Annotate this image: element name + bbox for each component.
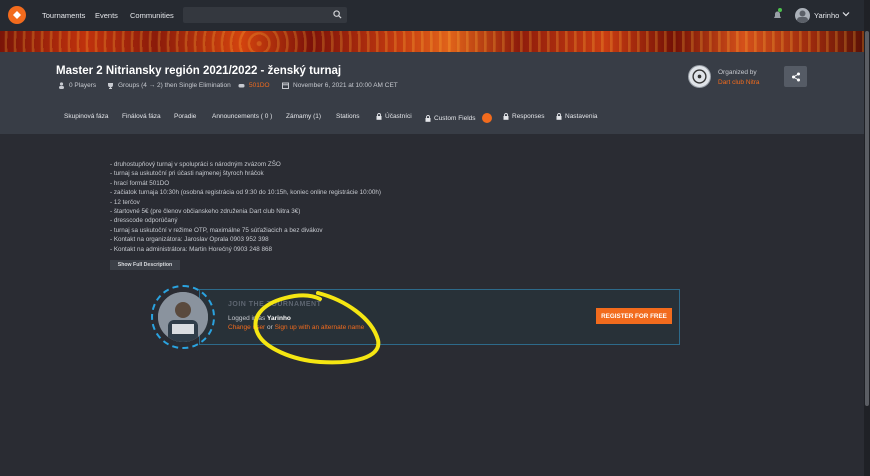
description-line: - turnaj sa uskutoční v režime OTP, maxi… [110,226,323,234]
tournament-title: Master 2 Nitriansky región 2021/2022 - ž… [56,65,342,77]
tab-label: Poradie [174,113,197,120]
tab-responses[interactable]: Responses [503,113,545,120]
tab-label: Responses [512,113,545,120]
tab-nastavenia[interactable]: Nastavenia [556,113,598,120]
tab-label: Skupinová fáza [64,113,109,120]
tab-finalova-faza[interactable]: Finálová fáza [122,113,161,120]
nav-communities[interactable]: Communities [130,11,174,20]
join-avatar [158,292,208,342]
tab-label: Zámamy (1) [286,113,322,120]
description-line: - Kontakt na administrátora: Martin Hore… [110,245,273,253]
lock-icon [556,113,562,120]
tab-label: Účastníci [385,113,412,120]
players-label: 0 Players [69,82,97,89]
tab-ucastnici[interactable]: Účastníci [376,113,412,120]
game-type: 501DO [238,82,270,89]
organized-by-label: Organized by [718,69,757,76]
change-user-link[interactable]: Change user [228,324,265,331]
join-title: JOIN THE TOURNAMENT [228,301,322,308]
lock-icon [376,113,382,120]
share-icon [791,72,800,81]
tab-poradie[interactable]: Poradie [174,113,196,120]
players-count: 0 Players [58,82,96,89]
description-line: - dresscode odporúčaný [110,217,178,225]
date-label: November 6, 2021 at 10:00 AM CET [293,82,398,89]
share-button[interactable] [784,66,807,87]
trophy-icon [108,83,113,89]
notification-dot [778,8,782,12]
signup-alternate-link[interactable]: Sign up with an alternate name [275,324,365,331]
or-text: or [267,324,273,331]
user-avatar[interactable] [795,8,810,23]
chevron-down-icon[interactable] [842,10,850,18]
register-button[interactable]: REGISTER FOR FREE [596,308,672,324]
tab-label: Stations [336,113,360,120]
tab-label: Announcements ( 0 ) [212,113,273,120]
join-links: Change user or Sign up with an alternate… [228,324,364,331]
calendar-icon [282,82,289,89]
tab-announcements[interactable]: Announcements ( 0 ) [212,113,272,120]
description-line: - štartovné 5€ (pre členov občianskeho z… [110,208,301,216]
logged-in-text: Logged in as Yarinho [228,315,291,322]
lock-icon [425,114,431,122]
tab-label: Nastavenia [565,113,598,120]
tab-stations[interactable]: Stations [336,113,360,120]
tournament-banner-image [0,31,864,52]
gamepad-icon [238,84,245,88]
scrollbar-thumb[interactable] [865,31,869,406]
description-line: - hrací formát 501DO [110,179,170,187]
search-icon[interactable] [333,10,342,19]
description-line: - druhostupňový turnaj v spolupráci s ná… [110,161,281,168]
user-name[interactable]: Yarinho [814,11,839,20]
tournament-format: Groups (4 → 2) then Single Elimination [107,82,231,89]
organizer-link[interactable]: Dart club Nitra [718,79,760,86]
tab-skupinova-faza[interactable]: Skupinová fáza [64,113,108,120]
tab-zamamy[interactable]: Zámamy (1) [286,113,321,120]
description-line: - začiatok turnaja 10:30h (osobná regist… [110,189,381,197]
tab-label: Custom Fields [434,114,476,122]
search-input[interactable] [183,7,347,23]
tournament-date: November 6, 2021 at 10:00 AM CET [282,82,398,89]
description-line: - Kontakt na organizátora: Jaroslav Opra… [110,236,269,244]
logged-in-user: Yarinho [267,315,291,322]
tournament-tabs: Skupinová fáza Finálová fáza Poradie Ann… [0,108,864,134]
nav-events[interactable]: Events [95,11,118,20]
organizer-avatar[interactable] [688,65,711,88]
user-icon [59,82,64,89]
tournament-description: - druhostupňový turnaj v spolupráci s ná… [110,160,590,254]
game-link[interactable]: 501DO [249,82,270,89]
challonge-logo-icon[interactable] [8,6,26,24]
tab-label: Finálová fáza [122,113,161,120]
description-line: - turnaj sa uskutoční pri účasti najmene… [110,170,264,178]
logged-in-prefix: Logged in as [228,315,266,322]
show-full-description-button[interactable]: Show Full Description [110,260,180,270]
lock-icon [503,113,509,120]
nav-tournaments[interactable]: Tournaments [42,11,85,20]
premium-badge-icon [481,113,492,123]
tab-custom-fields[interactable]: Custom Fields [425,113,492,123]
description-line: - 12 terčov [110,198,140,206]
format-label: Groups (4 → 2) then Single Elimination [118,82,231,89]
